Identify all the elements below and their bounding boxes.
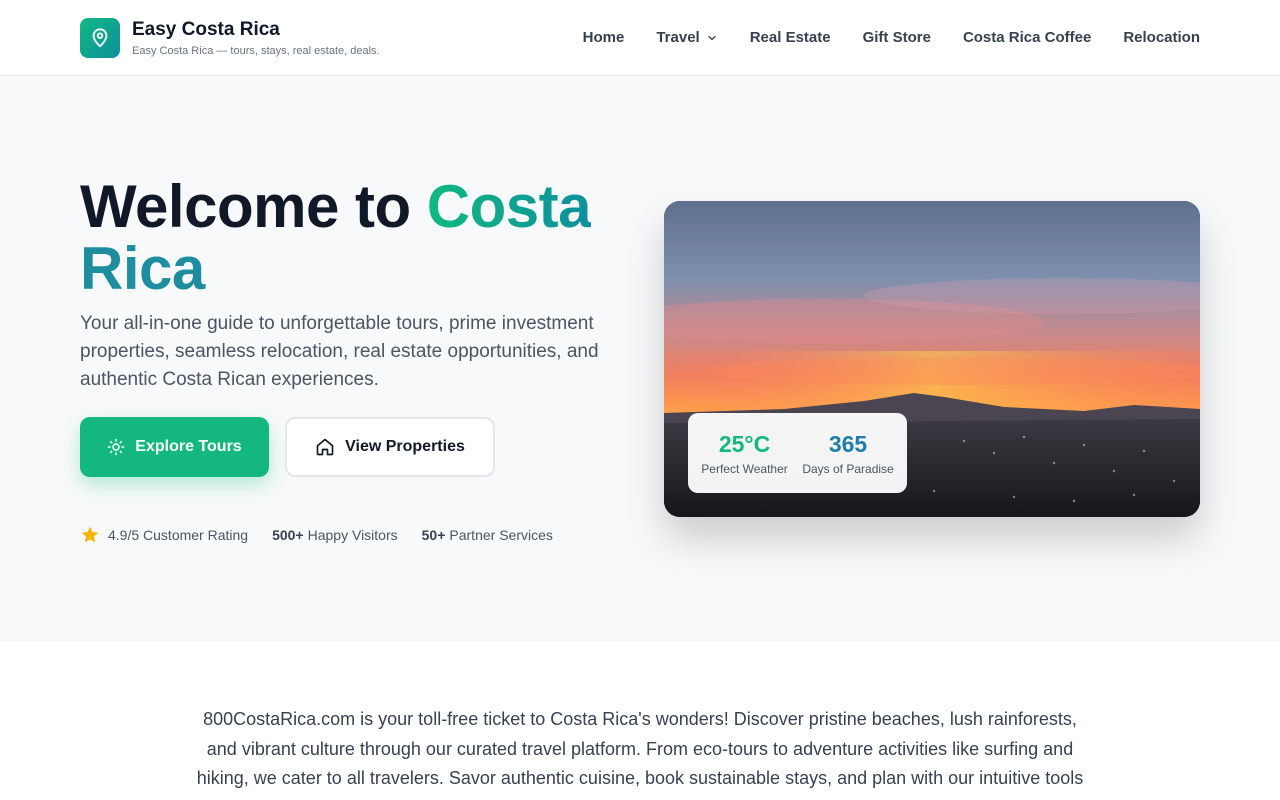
nav-relocation-label: Relocation (1123, 29, 1200, 46)
rating-stat: 4.9/5 Customer Rating (80, 525, 248, 545)
brand[interactable]: Easy Costa Rica Easy Costa Rica — tours,… (80, 18, 380, 58)
nav-real-estate[interactable]: Real Estate (750, 26, 831, 50)
nav-coffee-label: Costa Rica Coffee (962, 29, 1092, 46)
temperature-value: 25°C (718, 431, 771, 457)
nav-travel-label: Travel (656, 29, 700, 46)
brand-tagline: Easy Costa Rica — tours, stays, real est… (132, 45, 380, 57)
days-label: Days of Paradise (802, 462, 894, 476)
hero-title: Welcome to Costa Rica (80, 176, 640, 300)
nav-gift-store[interactable]: Gift Store (863, 26, 931, 50)
weather-card: 25°C Perfect Weather 365 Days of Paradis… (688, 413, 907, 493)
days-value: 365 (828, 431, 868, 457)
explore-tours-label: Explore Tours (135, 438, 242, 455)
visitors-stat: 500+ Happy Visitors (272, 527, 398, 543)
home-icon (315, 437, 335, 457)
hero-stats: 4.9/5 Customer Rating 500+ Happy Visitor… (80, 525, 577, 545)
brand-name: Easy Costa Rica (132, 19, 280, 40)
temperature-stat: 25°C Perfect Weather (701, 429, 787, 477)
hero-title-accent-rica: Rica (80, 235, 205, 302)
about-section: 800CostaRica.com is your toll-free ticke… (0, 641, 1280, 800)
rating-text: 4.9/5 Customer Rating (108, 527, 249, 543)
about-text: 800CostaRica.com is your toll-free ticke… (196, 709, 1084, 788)
partners-stat: 50+ Partner Services (422, 527, 553, 543)
visitors-label: Happy Visitors (307, 527, 398, 543)
main-nav: Home Travel Real Estate Gift Store Costa… (583, 26, 1200, 50)
nav-relocation[interactable]: Relocation (1123, 26, 1200, 50)
hero-subtitle: Your all-in-one guide to unforgettable t… (80, 313, 599, 390)
site-header: Easy Costa Rica Easy Costa Rica — tours,… (0, 0, 1280, 76)
partners-count: 50+ (421, 527, 446, 543)
nav-gift-store-label: Gift Store (862, 29, 931, 46)
temperature-label: Perfect Weather (701, 462, 788, 476)
hero-title-accent-costa: Costa (426, 173, 592, 240)
nav-real-estate-label: Real Estate (749, 29, 831, 46)
visitors-count: 500+ (272, 527, 304, 543)
explore-tours-button[interactable]: Explore Tours (80, 417, 269, 477)
partners-label: Partner Services (449, 527, 553, 543)
chevron-down-icon (706, 32, 718, 44)
sun-icon (107, 438, 125, 456)
hero-image-card: 25°C Perfect Weather 365 Days of Paradis… (664, 201, 1200, 517)
view-properties-label: View Properties (345, 438, 465, 455)
view-properties-button[interactable]: View Properties (285, 417, 495, 477)
days-stat: 365 Days of Paradise (802, 429, 893, 477)
star-icon (80, 525, 100, 545)
nav-home-label: Home (582, 29, 625, 46)
map-pin-icon (80, 18, 120, 58)
hero-section: Welcome to Costa Rica Your all-in-one gui… (0, 76, 1280, 641)
hero-title-prefix: Welcome to (80, 173, 427, 240)
nav-travel[interactable]: Travel (656, 26, 717, 50)
nav-home[interactable]: Home (583, 26, 625, 50)
nav-costa-rica-coffee[interactable]: Costa Rica Coffee (963, 26, 1091, 50)
